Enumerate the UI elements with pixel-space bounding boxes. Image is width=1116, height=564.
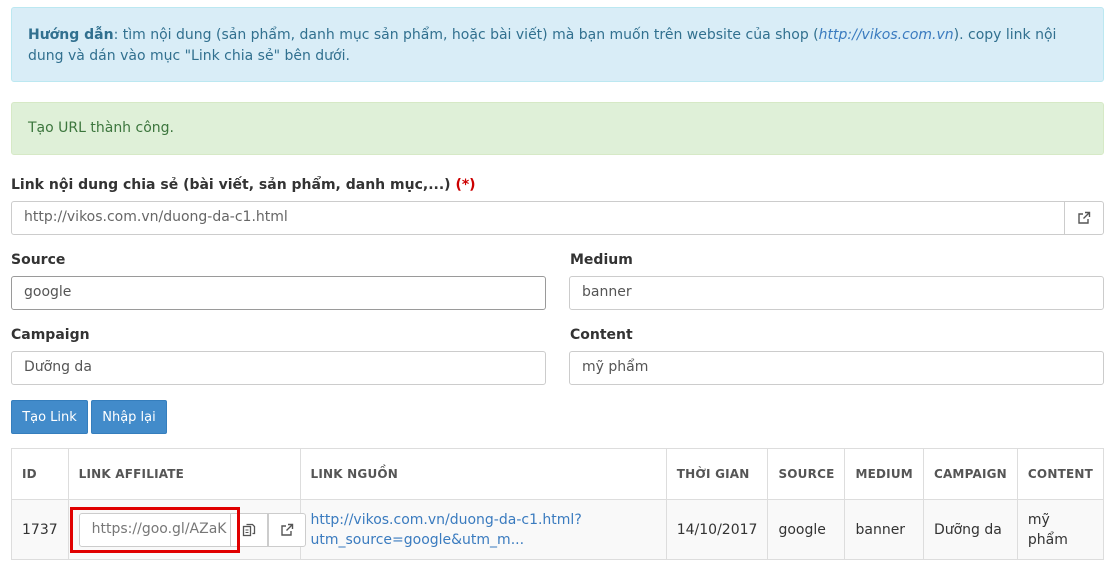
header-campaign: CAMPAIGN	[922, 448, 1018, 500]
affiliate-link-group: https://goo.gl/AZaK	[78, 512, 306, 547]
copy-link-button[interactable]	[229, 512, 268, 547]
row-source-link-cell: http://vikos.com.vn/duong-da-c1.html? utm…	[299, 499, 667, 560]
external-link-icon	[280, 523, 293, 536]
campaign-input[interactable]: Dưỡng da	[11, 351, 546, 385]
medium-label: Medium	[570, 252, 633, 268]
link-field-label: Link nội dung chia sẻ (bài viết, sản phẩ…	[11, 177, 476, 193]
source-link-line1: http://vikos.com.vn/duong-da-c1.html?	[310, 511, 582, 528]
link-label-text: Link nội dung chia sẻ (bài viết, sản phẩ…	[11, 177, 451, 193]
campaign-label: Campaign	[11, 327, 90, 343]
row-time: 14/10/2017	[665, 499, 769, 560]
header-link-source: LINK NGUỒN	[299, 448, 667, 500]
external-link-icon	[1078, 211, 1091, 224]
guide-title: Hướng dẫn	[28, 27, 114, 43]
content-label: Content	[570, 327, 633, 343]
success-alert: Tạo URL thành công.	[11, 102, 1104, 155]
open-link-button[interactable]	[1064, 201, 1104, 235]
header-content: CONTENT	[1016, 448, 1105, 500]
source-link-line2: utm_source=google&utm_m...	[310, 531, 525, 548]
shop-url-link[interactable]: http://vikos.com.vn	[819, 27, 954, 43]
row-medium: banner	[844, 499, 924, 560]
content-input[interactable]: mỹ phẩm	[569, 351, 1104, 385]
required-mark: (*)	[455, 177, 476, 193]
source-input[interactable]: google	[11, 276, 546, 310]
header-id: ID	[11, 448, 69, 500]
source-label: Source	[11, 252, 66, 268]
guide-alert: Hướng dẫn: tìm nội dung (sản phẩm, danh …	[11, 7, 1104, 82]
affiliate-link-input[interactable]: https://goo.gl/AZaK	[78, 512, 231, 547]
source-link[interactable]: http://vikos.com.vn/duong-da-c1.html? utm…	[311, 512, 582, 548]
affiliate-links-table: ID LINK AFFILIATE LINK NGUỒN THỜI GIAN S…	[11, 448, 1105, 560]
copy-icon	[242, 523, 255, 536]
reset-button[interactable]: Nhập lại	[91, 400, 167, 434]
header-medium: MEDIUM	[844, 448, 924, 500]
table-row: 1737 https://goo.gl/AZaK http://vikos.co…	[11, 499, 1105, 560]
link-input[interactable]: http://vikos.com.vn/duong-da-c1.html	[11, 201, 1065, 235]
header-source: SOURCE	[767, 448, 846, 500]
header-link-affiliate: LINK AFFILIATE	[67, 448, 301, 500]
header-time: THỜI GIAN	[665, 448, 769, 500]
open-affiliate-button[interactable]	[267, 512, 306, 547]
row-content: mỹ phẩm	[1016, 499, 1105, 560]
row-affiliate-cell: https://goo.gl/AZaK	[67, 499, 306, 560]
medium-input[interactable]: banner	[569, 276, 1104, 310]
guide-text-before: : tìm nội dung (sản phẩm, danh mục sản p…	[113, 27, 819, 43]
row-campaign: Dưỡng da	[922, 499, 1018, 560]
table-header-row: ID LINK AFFILIATE LINK NGUỒN THỜI GIAN S…	[11, 448, 1105, 500]
row-id: 1737	[11, 499, 69, 560]
create-link-button[interactable]: Tạo Link	[11, 400, 88, 434]
row-source: google	[767, 499, 846, 560]
